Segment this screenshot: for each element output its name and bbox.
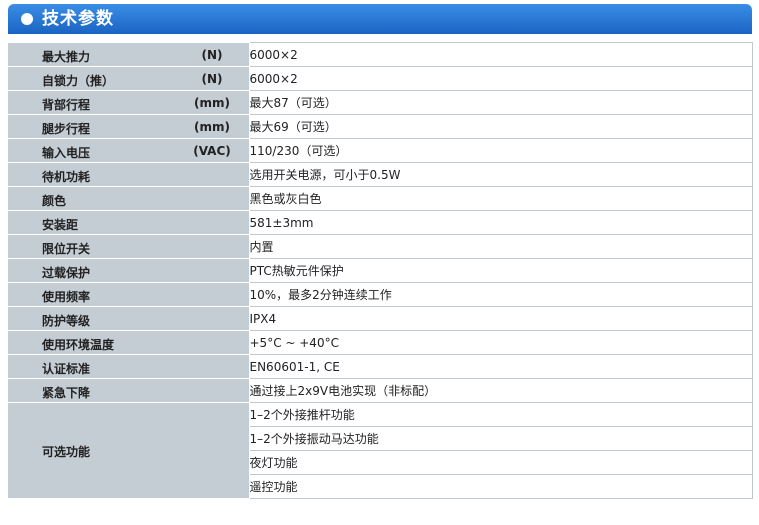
table-row: 安装距 581±3mm — [8, 210, 753, 235]
table-row: 过载保护 PTC热敏元件保护 — [8, 258, 753, 283]
spec-unit: (mm) — [194, 96, 230, 110]
section-header: 技术参数 — [8, 4, 752, 34]
spec-label-cell: 最大推力 (N) — [8, 42, 250, 67]
spec-value: 黑色或灰白色 — [248, 186, 753, 211]
spec-name: 防护等级 — [42, 314, 91, 328]
table-row: 最大推力 (N) 6000×2 — [8, 42, 753, 67]
spec-value: 1–2个外接推杆功能 — [248, 402, 753, 427]
spec-value: 遥控功能 — [248, 474, 753, 499]
spec-name: 使用环境温度 — [42, 338, 115, 352]
table-row: 紧急下降 通过接上2x9V电池实现（非标配） — [8, 378, 753, 403]
bullet-icon — [21, 13, 33, 25]
table-row: 输入电压 (VAC) 110/230（可选） — [8, 138, 753, 163]
spec-name: 最大推力 — [42, 49, 91, 64]
spec-label-cell: 限位开关 — [8, 234, 250, 259]
spec-name: 紧急下降 — [42, 386, 91, 400]
spec-table: 最大推力 (N) 6000×2 自锁力（推） (N) 6000×2 背部行程 (… — [8, 42, 753, 499]
table-row: 腿步行程 (mm) 最大69（可选） — [8, 114, 753, 139]
table-row: 背部行程 (mm) 最大87（可选） — [8, 90, 753, 115]
spec-label-cell: 背部行程 (mm) — [8, 90, 250, 115]
spec-name: 腿步行程 — [42, 122, 91, 136]
spec-name: 可选功能 — [42, 444, 91, 459]
spec-value: 6000×2 — [248, 42, 753, 67]
table-row: 自锁力（推） (N) 6000×2 — [8, 66, 753, 91]
table-row: 使用环境温度 +5°C ~ +40°C — [8, 330, 753, 355]
spec-name: 背部行程 — [42, 98, 91, 112]
spec-name: 自锁力（推） — [42, 74, 115, 88]
spec-value: 10%，最多2分钟连续工作 — [248, 282, 753, 307]
spec-value: 最大69（可选） — [248, 114, 753, 139]
spec-label-cell: 防护等级 — [8, 306, 250, 331]
spec-name: 限位开关 — [42, 242, 91, 256]
spec-label-cell: 输入电压 (VAC) — [8, 138, 250, 163]
spec-value: 1–2个外接振动马达功能 — [248, 426, 753, 451]
spec-value: 选用开关电源，可小于0.5W — [248, 162, 753, 187]
spec-value: 最大87（可选） — [248, 90, 753, 115]
spec-name: 使用频率 — [42, 290, 91, 304]
table-row: 待机功耗 选用开关电源，可小于0.5W — [8, 162, 753, 187]
table-row: 认证标准 EN60601-1, CE — [8, 354, 753, 379]
spec-label-cell: 腿步行程 (mm) — [8, 114, 250, 139]
spec-value: IPX4 — [248, 306, 753, 331]
spec-name: 输入电压 — [42, 146, 91, 160]
spec-value: 6000×2 — [248, 66, 753, 91]
spec-name: 颜色 — [42, 194, 67, 208]
spec-name: 过载保护 — [42, 266, 91, 280]
spec-label-cell: 使用环境温度 — [8, 330, 250, 355]
table-row: 使用频率 10%，最多2分钟连续工作 — [8, 282, 753, 307]
spec-value: 内置 — [248, 234, 753, 259]
table-row: 限位开关 内置 — [8, 234, 753, 259]
spec-label-cell: 紧急下降 — [8, 378, 250, 403]
spec-value: +5°C ~ +40°C — [248, 330, 753, 355]
spec-unit: (VAC) — [193, 144, 231, 158]
spec-label-cell: 自锁力（推） (N) — [8, 66, 250, 91]
spec-label-cell: 可选功能 — [8, 402, 250, 499]
spec-name: 待机功耗 — [42, 170, 91, 184]
spec-value: 通过接上2x9V电池实现（非标配） — [248, 378, 753, 403]
spec-label-cell: 待机功耗 — [8, 162, 250, 187]
spec-name: 安装距 — [42, 218, 79, 232]
spec-label-cell: 安装距 — [8, 210, 250, 235]
spec-value: PTC热敏元件保护 — [248, 258, 753, 283]
spec-value: 110/230（可选） — [248, 138, 753, 163]
table-row: 颜色 黑色或灰白色 — [8, 186, 753, 211]
spec-label-cell: 过载保护 — [8, 258, 250, 283]
spec-value: 夜灯功能 — [248, 450, 753, 475]
spec-unit: (mm) — [194, 120, 230, 134]
spec-unit: (N) — [201, 47, 223, 62]
spec-value: EN60601-1, CE — [248, 354, 753, 379]
table-row: 防护等级 IPX4 — [8, 306, 753, 331]
table-row: 可选功能 1–2个外接推杆功能 — [8, 402, 753, 499]
spec-value: 581±3mm — [248, 210, 753, 235]
spec-label-cell: 颜色 — [8, 186, 250, 211]
section-title: 技术参数 — [42, 9, 114, 29]
spec-unit: (N) — [201, 72, 223, 86]
spec-label-cell: 认证标准 — [8, 354, 250, 379]
spec-name: 认证标准 — [42, 362, 91, 376]
spec-label-cell: 使用频率 — [8, 282, 250, 307]
